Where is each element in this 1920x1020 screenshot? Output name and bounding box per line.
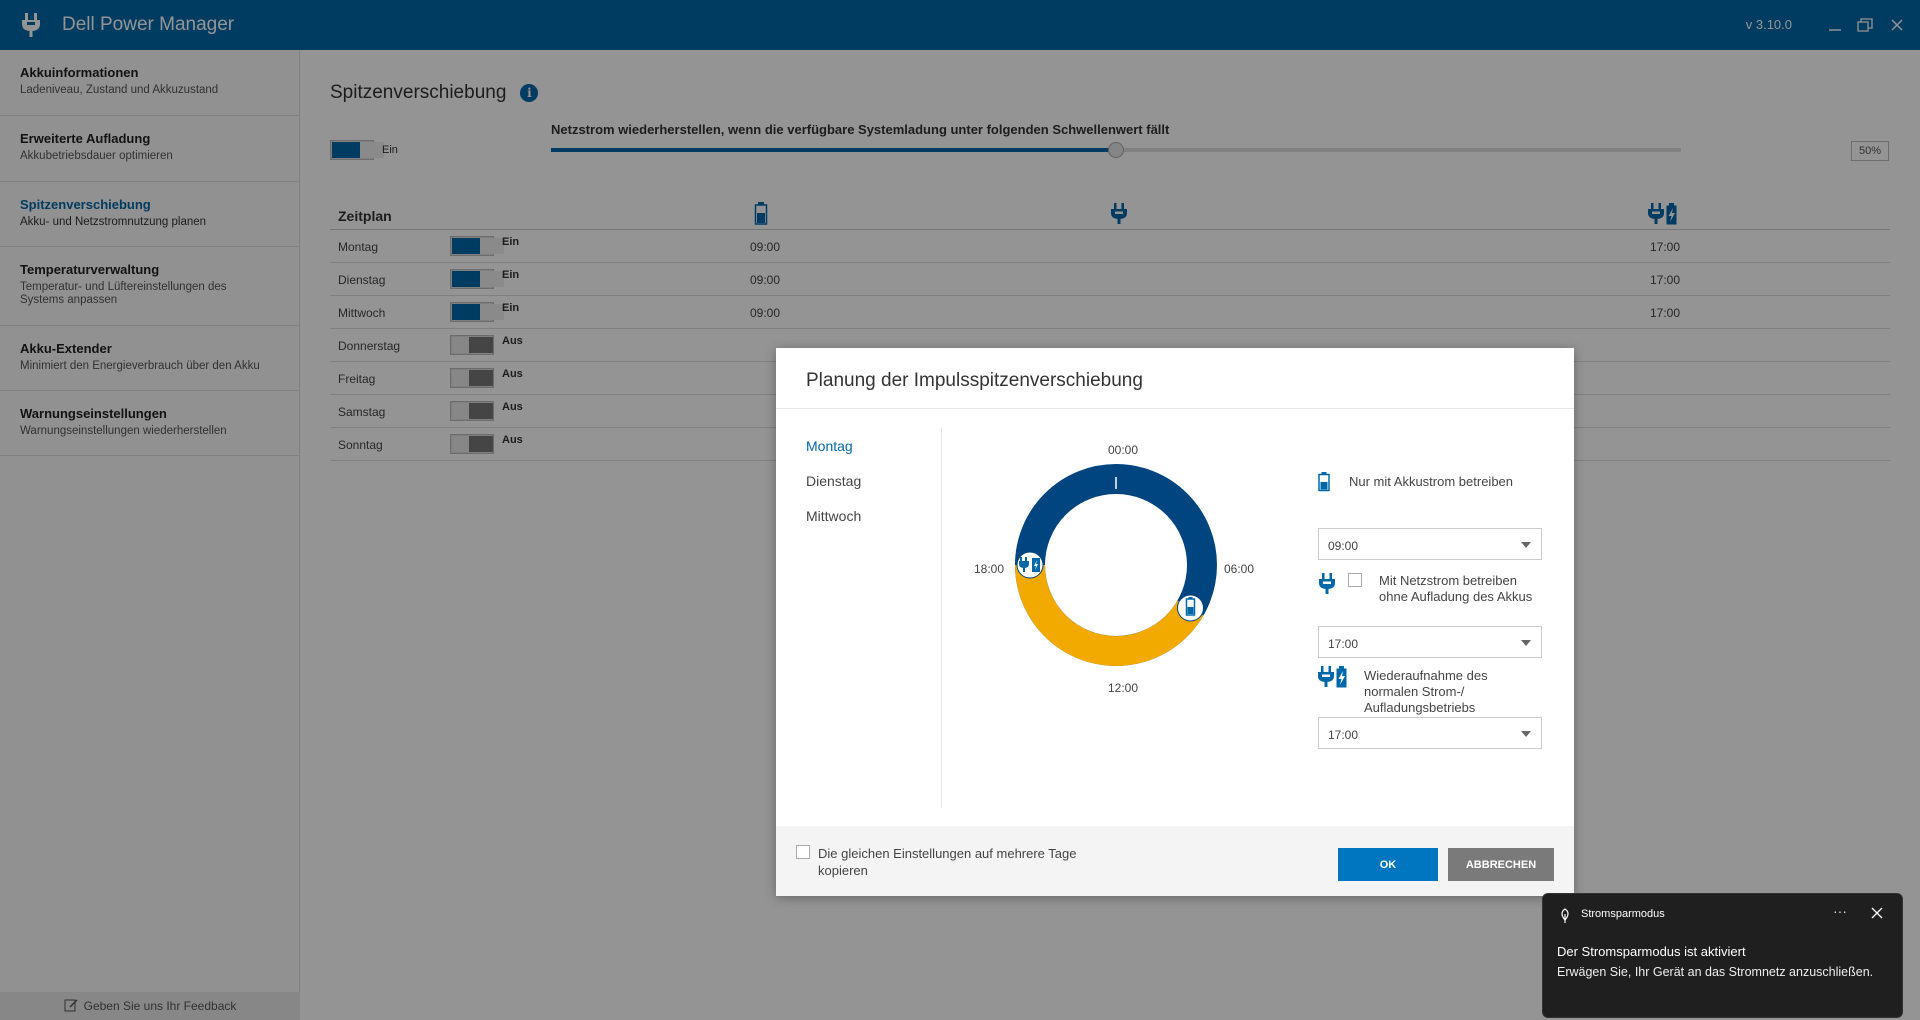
notification-close-icon[interactable] xyxy=(1871,906,1883,924)
clock-handle-plug-battery-icon xyxy=(1016,551,1044,579)
resume-normal-time-value: 17:00 xyxy=(1328,728,1359,742)
clock-label-left: 18:00 xyxy=(974,562,1005,576)
dialog-title: Planung der Impulsspitzenverschiebung xyxy=(806,370,1143,391)
option-resume-normal-label: Wiederaufnahme des normalen Strom-/ Aufl… xyxy=(1364,668,1488,715)
dialog-day-montag[interactable]: Montag xyxy=(806,438,861,473)
notification-body: Erwägen Sie, Ihr Gerät an das Stromnetz … xyxy=(1557,965,1874,979)
ok-button[interactable]: OK xyxy=(1338,848,1438,881)
leaf-icon xyxy=(1558,908,1572,929)
resume-normal-time-select[interactable]: 17:00 xyxy=(1318,717,1542,749)
battery-only-time-select[interactable]: 09:00 xyxy=(1318,528,1542,560)
clock-ring[interactable] xyxy=(1014,463,1218,667)
clock-label-top: 00:00 xyxy=(1108,443,1139,457)
plug-option-icon xyxy=(1318,573,1336,600)
peak-shift-dialog: Planung der Impulsspitzenverschiebung Mo… xyxy=(776,348,1574,896)
chevron-down-icon xyxy=(1521,731,1531,737)
dialog-day-mittwoch[interactable]: Mittwoch xyxy=(806,508,861,543)
cancel-button[interactable]: ABBRECHEN xyxy=(1448,848,1554,881)
schedule-clock[interactable]: 00:00 06:00 12:00 18:00 xyxy=(966,443,1286,743)
clock-label-right: 06:00 xyxy=(1224,562,1255,576)
ac-no-charge-checkbox[interactable] xyxy=(1348,573,1362,587)
clock-handle-battery-icon xyxy=(1176,594,1204,622)
copy-settings-label: Die gleichen Einstellungen auf mehrere T… xyxy=(818,846,1077,878)
plug-battery-option-icon xyxy=(1318,666,1348,693)
ac-no-charge-time-select[interactable]: 17:00 xyxy=(1318,626,1542,658)
notification-app-name: Stromsparmodus xyxy=(1581,908,1665,920)
copy-settings-checkbox[interactable] xyxy=(796,845,810,859)
more-options-icon[interactable]: ··· xyxy=(1833,903,1847,919)
notification-title: Der Stromsparmodus ist aktiviert xyxy=(1557,944,1746,959)
chevron-down-icon xyxy=(1521,542,1531,548)
battery-option-icon xyxy=(1318,472,1330,497)
dialog-footer: Die gleichen Einstellungen auf mehrere T… xyxy=(776,826,1574,896)
dialog-day-list: Montag Dienstag Mittwoch xyxy=(806,438,861,543)
chevron-down-icon xyxy=(1521,640,1531,646)
ac-no-charge-time-value: 17:00 xyxy=(1328,637,1359,651)
battery-only-time-value: 09:00 xyxy=(1328,539,1359,553)
dialog-day-dienstag[interactable]: Dienstag xyxy=(806,473,861,508)
clock-label-bottom: 12:00 xyxy=(1108,681,1139,695)
option-ac-no-charge-label: Mit Netzstrom betreiben ohne Aufladung d… xyxy=(1379,573,1533,604)
option-battery-only-label: Nur mit Akkustrom betreiben xyxy=(1349,474,1514,489)
power-saver-notification[interactable]: Stromsparmodus ··· Der Stromsparmodus is… xyxy=(1542,893,1903,1018)
